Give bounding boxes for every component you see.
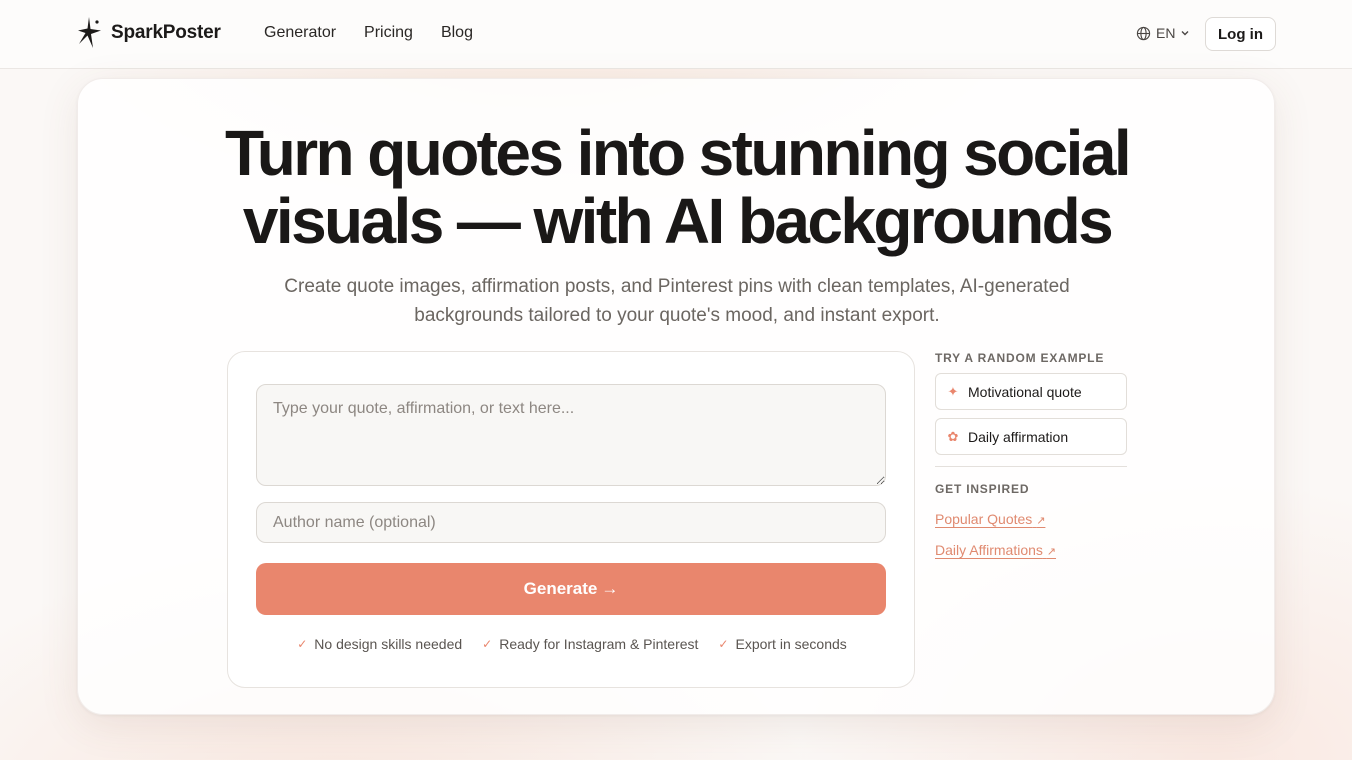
daily-affirmations-link[interactable]: Daily Affirmations ↗ [935,542,1127,558]
feature-list: ✓ No design skills needed ✓ Ready for In… [228,636,916,652]
examples-heading: TRY A RANDOM EXAMPLE [935,351,1105,365]
quote-form-panel: Generate → ✓ No design skills needed ✓ R… [227,351,915,688]
link-label: Daily Affirmations [935,542,1043,558]
feature-label: No design skills needed [314,636,463,652]
spark-logo-icon [78,17,101,48]
language-code: EN [1156,25,1176,41]
feature-label: Ready for Instagram & Pinterest [499,636,699,652]
arrow-right-icon: → [601,579,619,598]
generate-button[interactable]: Generate → [256,563,886,615]
example-label: Daily affirmation [968,428,1069,445]
feature-item: ✓ No design skills needed [297,636,462,652]
sidebar-divider [935,466,1127,467]
language-selector[interactable]: EN [1136,25,1190,41]
feature-item: ✓ Ready for Instagram & Pinterest [482,636,698,652]
subheadline-line-1: Create quote images, affirmation posts, … [284,276,1070,297]
flower-icon: ✿ [947,428,959,444]
feature-item: ✓ Export in seconds [718,636,846,652]
main-nav: Generator Pricing Blog [264,24,473,42]
external-arrow-icon: ↗ [1036,515,1046,527]
daily-affirmation-button[interactable]: ✿ Daily affirmation [935,418,1127,455]
globe-icon [1136,26,1151,40]
check-icon: ✓ [718,637,729,651]
motivational-quote-button[interactable]: ✦ Motivational quote [935,373,1127,410]
subheadline-line-2: backgrounds tailored to your quote's moo… [414,305,940,326]
generate-label: Generate [523,579,598,598]
examples-sidebar: TRY A RANDOM EXAMPLE ✦ Motivational quot… [935,351,1127,558]
headline-line-2: visuals — with AI backgrounds [242,185,1114,257]
example-label: Motivational quote [968,383,1082,400]
headline-line-1: Turn quotes into stunning social [224,117,1132,189]
inspire-heading: GET INSPIRED [935,482,1030,496]
top-navigation-bar: SparkPoster Generator Pricing Blog EN Lo… [0,0,1352,69]
check-icon: ✓ [482,637,493,651]
popular-quotes-link[interactable]: Popular Quotes ↗ [935,511,1127,527]
login-button[interactable]: Log in [1205,17,1276,51]
hero-headline: Turn quotes into stunning social visuals… [78,119,1276,255]
external-arrow-icon: ↗ [1046,546,1057,558]
feature-label: Export in seconds [735,636,847,652]
nav-pricing[interactable]: Pricing [364,24,413,42]
author-name-input[interactable] [256,502,886,543]
quote-textarea[interactable] [256,384,886,486]
brand-name: SparkPoster [111,22,221,43]
nav-blog[interactable]: Blog [441,24,473,42]
nav-generator[interactable]: Generator [264,24,336,42]
chevron-down-icon [1181,31,1189,36]
check-icon: ✓ [297,637,308,651]
hero-card: Turn quotes into stunning social visuals… [77,78,1275,715]
sparkle-icon: ✦ [947,383,959,399]
brand-logo-link[interactable]: SparkPoster [77,16,221,50]
hero-subheadline: Create quote images, affirmation posts, … [258,272,1096,330]
link-label: Popular Quotes [935,511,1033,527]
